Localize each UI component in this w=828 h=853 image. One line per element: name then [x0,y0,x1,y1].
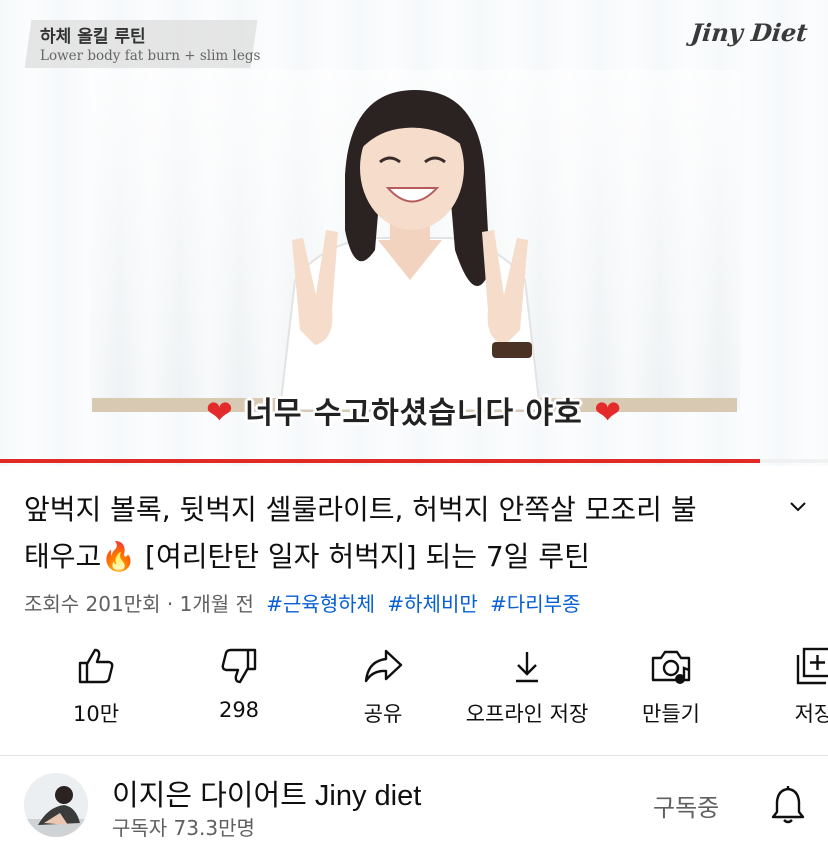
like-count: 10만 [72,702,120,726]
remix-label: 만들기 [642,702,700,726]
dislike-count: 298 [218,698,260,722]
upload-age: 1개월 전 [179,592,254,616]
dislike-button[interactable]: 298 [164,646,314,722]
progress-bar-fill [0,459,761,463]
hashtag-link[interactable]: #다리부종 [490,592,580,616]
video-metadata[interactable]: 조회수 201만회 · 1개월 전 #근육형하체 #하체비만 #다리부종 [24,588,580,617]
hashtag-link[interactable]: #하체비만 [387,592,477,616]
chevron-down-icon[interactable] [786,494,810,518]
thumb-down-icon [221,648,257,684]
like-button[interactable]: 10만 [21,646,171,728]
video-title-line2-end: [여리탄탄 일자 허벅지] 되는 7일 루틴 [136,540,590,573]
progress-bar[interactable] [0,459,828,463]
video-title[interactable]: 앞벅지 볼록, 뒷벅지 셀룰라이트, 허벅지 안쪽살 모조리 불 태우고🔥 [여… [24,486,764,580]
notification-bell-icon[interactable] [770,785,806,825]
meta-separator: · [160,592,180,616]
video-caption: ❤ 너무 수고하셨습니다 야호 ❤ [0,388,828,432]
download-button[interactable]: 오프라인 저장 [452,646,602,728]
share-label: 공유 [363,702,403,726]
download-label: 오프라인 저장 [465,702,589,726]
heart-icon: ❤ [594,393,623,431]
download-icon [516,652,538,683]
channel-avatar[interactable] [24,773,88,837]
overlay-subtitle: Lower body fat burn + slim legs [40,48,261,64]
subscriber-count: 구독자 73.3만명 [112,816,255,840]
video-title-line1: 앞벅지 볼록, 뒷벅지 셀룰라이트, 허벅지 안쪽살 모조리 불 [24,493,697,526]
share-icon [364,649,403,683]
video-player[interactable]: 하체 올킬 루틴 Lower body fat burn + slim legs… [0,0,828,466]
overlay-title: 하체 올킬 루틴 [40,27,146,47]
playlist-add-icon [796,647,828,685]
presenter-figure [278,90,542,410]
caption-text: 너무 수고하셨습니다 야호 [245,396,583,431]
view-count: 조회수 201만회 [24,592,161,616]
channel-watermark: Jiny Diet [689,18,810,47]
remix-camera-icon [651,650,691,684]
hashtag-link[interactable]: #근육형하체 [266,592,375,616]
fire-emoji-icon: 🔥 [101,540,137,573]
save-to-playlist-button[interactable]: 저장 [739,646,828,728]
save-label: 저장 [794,702,828,726]
share-button[interactable]: 공유 [308,646,458,728]
heart-icon: ❤ [205,393,234,431]
action-bar: 10만 298 공유 오프라인 저장 만들기 저장 [0,646,828,746]
thumb-up-icon [78,648,114,684]
section-divider [0,755,828,756]
subscribed-button[interactable]: 구독중 [653,788,719,823]
remix-button[interactable]: 만들기 [596,646,746,728]
video-title-line2-start: 태우고 [24,540,102,573]
channel-name[interactable]: 이지은 다이어트 Jiny diet [112,772,421,814]
